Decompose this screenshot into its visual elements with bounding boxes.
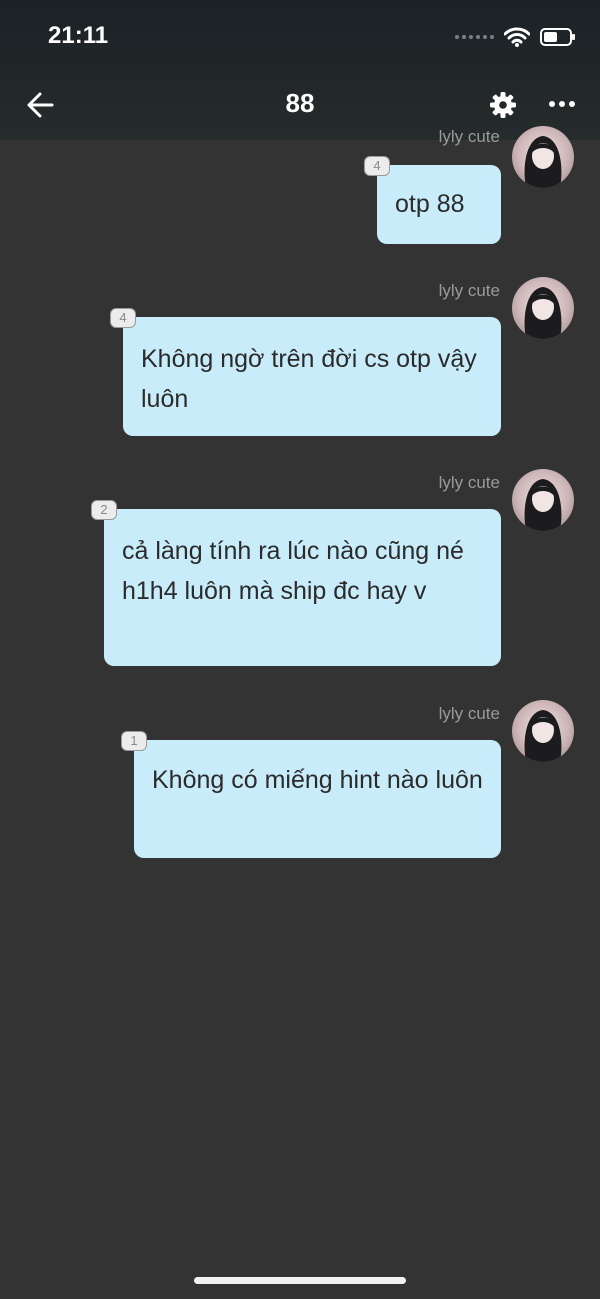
- message-text: cả làng tính ra lúc nào cũng né h1h4 luô…: [122, 537, 464, 605]
- sender-name: lyly cute: [438, 473, 500, 492]
- avatar[interactable]: [512, 126, 574, 188]
- message-bubble[interactable]: Không ngờ trên đời cs otp vậy luôn: [123, 317, 501, 436]
- reply-count-badge: 2: [91, 500, 117, 520]
- status-icons: [455, 22, 576, 52]
- message-bubble[interactable]: cả làng tính ra lúc nào cũng né h1h4 luô…: [104, 509, 501, 666]
- home-indicator[interactable]: [194, 1277, 406, 1284]
- sender-name: lyly cute: [438, 281, 500, 300]
- status-time: 21:11: [48, 22, 109, 49]
- battery-icon: [540, 28, 575, 46]
- reply-count-badge: 4: [110, 308, 136, 328]
- signal-icon: [455, 35, 494, 39]
- more-dots-icon[interactable]: [548, 98, 576, 110]
- message-text: Không ngờ trên đời cs otp vậy luôn: [141, 345, 477, 413]
- message-text: otp 88: [395, 190, 465, 218]
- message-bubble[interactable]: otp 88: [377, 165, 501, 244]
- reply-count-badge: 1: [121, 731, 147, 751]
- header-bar: 21:11 88: [0, 0, 600, 140]
- sender-name: lyly cute: [438, 704, 500, 723]
- gear-icon[interactable]: [488, 90, 518, 120]
- avatar[interactable]: [512, 277, 574, 339]
- message-bubble[interactable]: Không có miếng hint nào luôn: [134, 740, 501, 858]
- sender-name: lyly cute: [438, 127, 500, 146]
- avatar[interactable]: [512, 700, 574, 762]
- wifi-icon: [504, 27, 530, 47]
- message-text: Không có miếng hint nào luôn: [152, 766, 483, 794]
- reply-count-badge: 4: [364, 156, 390, 176]
- avatar[interactable]: [512, 469, 574, 531]
